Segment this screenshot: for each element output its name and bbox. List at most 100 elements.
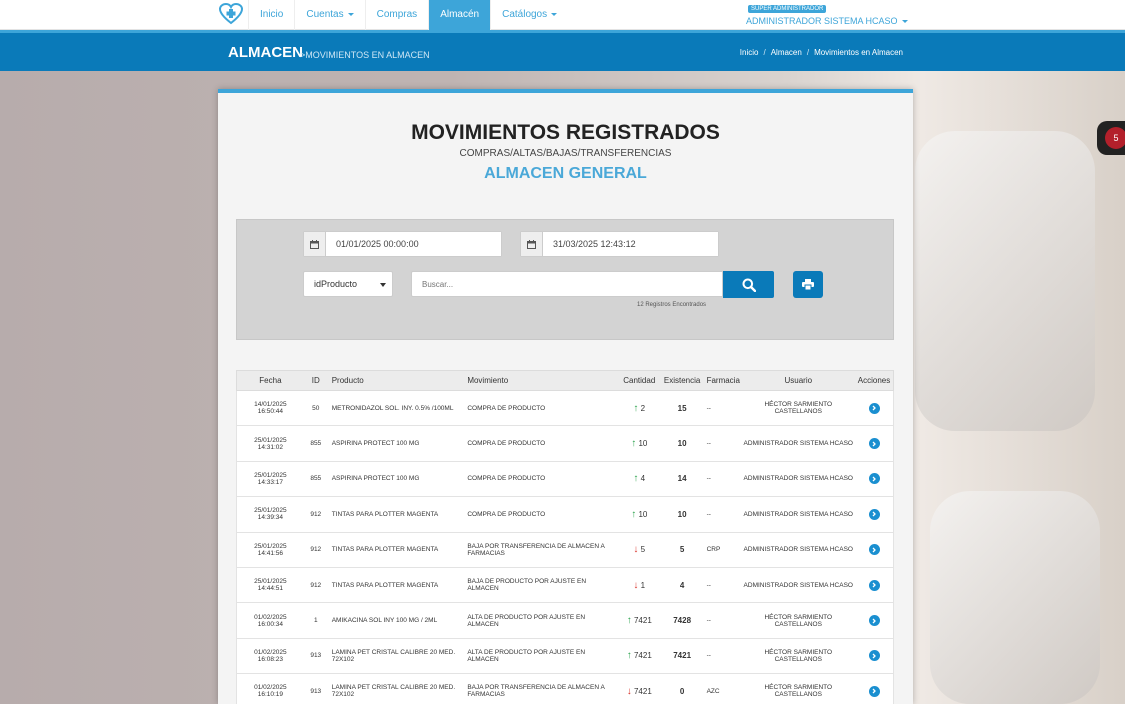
nav-item-inicio[interactable]: Inicio	[248, 0, 294, 30]
cell-usuario: ADMINISTRADOR SISTEMA HCASO	[743, 475, 853, 483]
chevron-right-circle-icon[interactable]	[868, 685, 880, 697]
cell-qty: 4	[640, 474, 646, 484]
cell-date: 14/01/2025	[254, 401, 287, 409]
cell-time: 14:33:17	[257, 478, 284, 486]
col-cantidad[interactable]: Cantidad	[618, 376, 661, 385]
chevron-right-circle-icon[interactable]	[868, 615, 880, 627]
col-farmacia[interactable]: Farmacia	[704, 376, 742, 385]
col-existencia[interactable]: Existencia	[661, 376, 704, 385]
search-input[interactable]	[411, 271, 723, 297]
cell-cantidad: ↓ 7421	[618, 686, 661, 697]
search-icon	[742, 278, 756, 292]
table-row: 25/01/2025 14:41:56 912 TINTAS PARA PLOTTER…	[236, 532, 894, 568]
chevron-right-circle-icon[interactable]	[868, 544, 880, 556]
user-name-label: ADMINISTRADOR SISTEMA HCASO	[746, 16, 898, 26]
select-value: idProducto	[314, 279, 358, 289]
date-to-input[interactable]	[543, 232, 718, 256]
cell-farmacia: --	[706, 510, 711, 518]
cell-date: 01/02/2025	[254, 684, 287, 692]
cell-farmacia: --	[706, 581, 711, 589]
cell-usuario: ADMINISTRADOR SISTEMA HCASO	[743, 546, 853, 554]
cell-movimiento: ALTA DE PRODUCTO POR AJUSTE EN ALMACEN	[467, 613, 586, 628]
arrow-up-icon: ↑	[633, 402, 639, 414]
user-menu[interactable]: ADMINISTRADOR SISTEMA HCASO	[746, 16, 908, 26]
cell-id: 913	[310, 652, 322, 660]
cell-qty: 7421	[633, 616, 652, 626]
cell-movimiento: COMPRA DE PRODUCTO	[467, 510, 546, 518]
nav-item-cuentas[interactable]: Cuentas	[294, 0, 364, 30]
cell-usuario: ADMINISTRADOR SISTEMA HCASO	[743, 510, 853, 518]
cell-farmacia: --	[706, 652, 711, 660]
cell-cantidad: ↑ 10	[618, 509, 661, 520]
nav-item-almacén[interactable]: Almacén	[428, 0, 491, 30]
col-producto[interactable]: Producto	[328, 376, 464, 385]
cell-time: 16:50:44	[257, 408, 284, 416]
cell-acciones	[855, 508, 893, 520]
notification-badge[interactable]: 5	[1105, 127, 1125, 149]
cell-acciones	[855, 402, 893, 414]
date-from-input[interactable]	[326, 232, 501, 256]
col-movimiento[interactable]: Movimiento	[463, 376, 618, 385]
cell-existencia: 14	[677, 474, 687, 484]
nav-item-catálogos[interactable]: Catálogos	[490, 0, 568, 30]
cell-fecha: 25/01/2025 14:41:56	[237, 543, 304, 557]
table-header: Fecha ID Producto Movimiento Cantidad Ex…	[236, 370, 894, 391]
nav-item-label: Cuentas	[306, 9, 344, 20]
col-id[interactable]: ID	[304, 376, 328, 385]
role-badge: SUPER ADMINISTRADOR	[748, 5, 827, 13]
cell-time: 14:39:34	[257, 514, 284, 522]
cell-existencia: 5	[679, 545, 685, 555]
cell-time: 16:00:34	[257, 620, 284, 628]
cell-time: 16:08:23	[257, 655, 284, 663]
table-row: 01/02/2025 16:10:19 913 LAMINA PET CRISTAL …	[236, 674, 894, 704]
chevron-right-circle-icon[interactable]	[868, 438, 880, 450]
print-button[interactable]	[793, 271, 823, 298]
cell-date: 01/02/2025	[254, 648, 287, 656]
section-title: ALMACEN	[228, 44, 303, 61]
breadcrumb-inicio[interactable]: Inicio	[740, 48, 759, 57]
cell-qty: 1	[640, 580, 646, 590]
brand-logo[interactable]	[218, 2, 244, 27]
cell-date: 25/01/2025	[254, 471, 287, 479]
chevron-down-icon	[380, 283, 386, 287]
breadcrumb-almacen[interactable]: Almacen	[771, 48, 802, 57]
cell-farmacia: AZC	[706, 687, 720, 695]
table-row: 14/01/2025 16:50:44 50 METRONIDAZOL SOL. IN…	[236, 391, 894, 427]
cell-id: 912	[310, 510, 322, 518]
cell-producto: TINTAS PARA PLOTTER MAGENTA	[331, 546, 439, 554]
cell-movimiento: COMPRA DE PRODUCTO	[467, 475, 546, 483]
cell-producto: LAMINA PET CRISTAL CALIBRE 20 MED. 72X10…	[331, 648, 456, 663]
nav-item-label: Compras	[376, 9, 418, 20]
cell-producto: TINTAS PARA PLOTTER MAGENTA	[331, 581, 439, 589]
chevron-right-circle-icon[interactable]	[868, 473, 880, 485]
col-fecha[interactable]: Fecha	[237, 376, 304, 385]
cell-cantidad: ↑ 4	[618, 473, 661, 484]
nav-item-compras[interactable]: Compras	[364, 0, 429, 30]
calendar-icon[interactable]	[521, 232, 543, 256]
chevron-right-circle-icon[interactable]	[868, 650, 880, 662]
arrow-up-icon: ↑	[631, 438, 637, 450]
col-usuario[interactable]: Usuario	[741, 376, 855, 385]
cell-producto: TINTAS PARA PLOTTER MAGENTA	[331, 510, 439, 518]
chevron-right-circle-icon[interactable]	[868, 402, 880, 414]
cell-fecha: 01/02/2025 16:10:19	[237, 684, 304, 698]
cell-existencia: 10	[677, 439, 687, 449]
chevron-right-circle-icon[interactable]	[868, 508, 880, 520]
arrow-up-icon: ↑	[633, 473, 639, 485]
nav-item-label: Inicio	[260, 9, 284, 20]
chevron-right-circle-icon[interactable]	[868, 579, 880, 591]
chevron-down-icon	[347, 12, 354, 16]
calendar-icon[interactable]	[304, 232, 326, 256]
cell-cantidad: ↑ 7421	[618, 650, 661, 661]
cell-farmacia: --	[706, 404, 711, 412]
search-button[interactable]	[723, 271, 774, 298]
breadcrumb-separator: /	[806, 48, 810, 57]
cell-acciones	[855, 438, 893, 450]
date-to-group	[520, 231, 719, 257]
cell-fecha: 14/01/2025 16:50:44	[237, 401, 304, 415]
search-field-select[interactable]: idProducto	[303, 271, 393, 297]
page-subtitle: COMPRAS/ALTAS/BAJAS/TRANSFERENCIAS	[459, 148, 672, 159]
cell-fecha: 25/01/2025 14:44:51	[237, 578, 304, 592]
cell-cantidad: ↓ 1	[618, 580, 661, 591]
cell-id: 913	[310, 687, 322, 695]
